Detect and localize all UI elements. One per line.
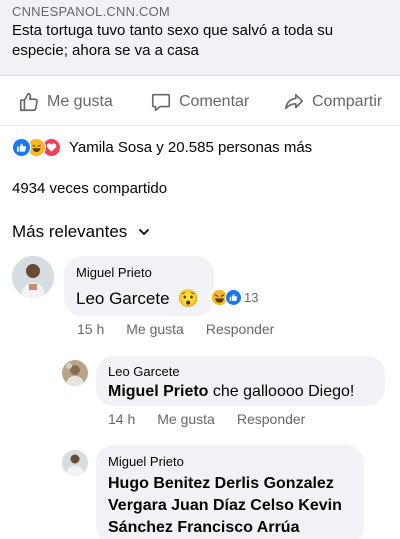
share-icon	[284, 93, 304, 110]
comment-label: Comentar	[179, 93, 250, 110]
link-title-line2: especie; ahora se va a casa	[12, 42, 199, 59]
comment-text: che galloooo Diego!	[208, 383, 355, 400]
avatar[interactable]	[12, 256, 54, 298]
comment-time[interactable]: 14 h	[108, 411, 135, 427]
avatar[interactable]	[62, 360, 88, 386]
comment-time[interactable]: 15 h	[77, 321, 104, 337]
avatar[interactable]	[62, 450, 88, 476]
shares-count[interactable]: 4934 veces compartido	[12, 180, 167, 197]
comment-bubble: Miguel Prieto Hugo Benitez Derlis Gonzal…	[96, 445, 364, 539]
comment-icon	[151, 93, 171, 112]
share-label: Compartir	[312, 93, 383, 110]
sort-label: Más relevantes	[12, 222, 128, 241]
comment-text-line[interactable]: Vergara Juan Díaz Celso Kevin	[108, 495, 352, 517]
divider	[0, 125, 400, 126]
comment-reply-link[interactable]: Responder	[206, 321, 275, 337]
reaction-count: 13	[244, 290, 259, 305]
comment-author[interactable]: Miguel Prieto	[76, 265, 202, 280]
comment-author[interactable]: Miguel Prieto	[108, 454, 352, 469]
thumbs-up-icon	[19, 92, 38, 112]
like-button[interactable]: Me gusta	[18, 91, 113, 113]
comment-meta: 14 h Me gusta Responder	[108, 411, 305, 427]
comment-author[interactable]: Leo Garcete	[108, 364, 373, 379]
comment-body: Miguel Prieto che galloooo Diego!	[108, 383, 373, 401]
comment-bubble: Leo Garcete Miguel Prieto che galloooo D…	[96, 356, 385, 406]
comment-text[interactable]: Leo Garcete	[76, 289, 170, 309]
link-title-line1: Esta tortuga tuvo tanto sexo que salvó a…	[12, 22, 334, 39]
hushed-face-emoji: 😯	[177, 289, 199, 308]
sort-dropdown[interactable]: Más relevantes	[12, 222, 151, 242]
reaction-icons	[12, 137, 61, 157]
like-label: Me gusta	[47, 93, 113, 110]
share-button[interactable]: Compartir	[283, 91, 382, 113]
comment-text-line[interactable]: Sánchez Francisco Arrúa	[108, 517, 352, 539]
reactions-summary[interactable]: Yamila Sosa y 20.585 personas más	[12, 136, 312, 158]
comment-reactions[interactable]: 13	[208, 288, 262, 307]
comment-bubble: Miguel Prieto Leo Garcete 😯	[64, 256, 214, 316]
comment-like-link[interactable]: Me gusta	[126, 321, 184, 337]
comment-button[interactable]: Comentar	[150, 91, 249, 113]
action-bar: Me gusta Comentar Compartir	[0, 84, 400, 120]
link-source: CNNESPANOL.CNN.COM	[12, 4, 170, 19]
comment-body: Leo Garcete 😯	[76, 289, 202, 309]
comment-text-line[interactable]: Hugo Benitez Derlis Gonzalez	[108, 473, 352, 495]
comment-body: Hugo Benitez Derlis Gonzalez Vergara Jua…	[108, 473, 352, 539]
like-icon	[225, 289, 242, 306]
like-icon	[12, 137, 31, 157]
chevron-down-icon	[139, 229, 150, 236]
comment-like-link[interactable]: Me gusta	[157, 411, 215, 427]
mention-link[interactable]: Miguel Prieto	[108, 383, 208, 400]
link-preview[interactable]: CNNESPANOL.CNN.COM Esta tortuga tuvo tan…	[0, 0, 400, 76]
comment-reply-link[interactable]: Responder	[237, 411, 306, 427]
comment-meta: 15 h Me gusta Responder	[77, 321, 274, 337]
reaction-summary-text: Yamila Sosa y 20.585 personas más	[69, 138, 313, 156]
